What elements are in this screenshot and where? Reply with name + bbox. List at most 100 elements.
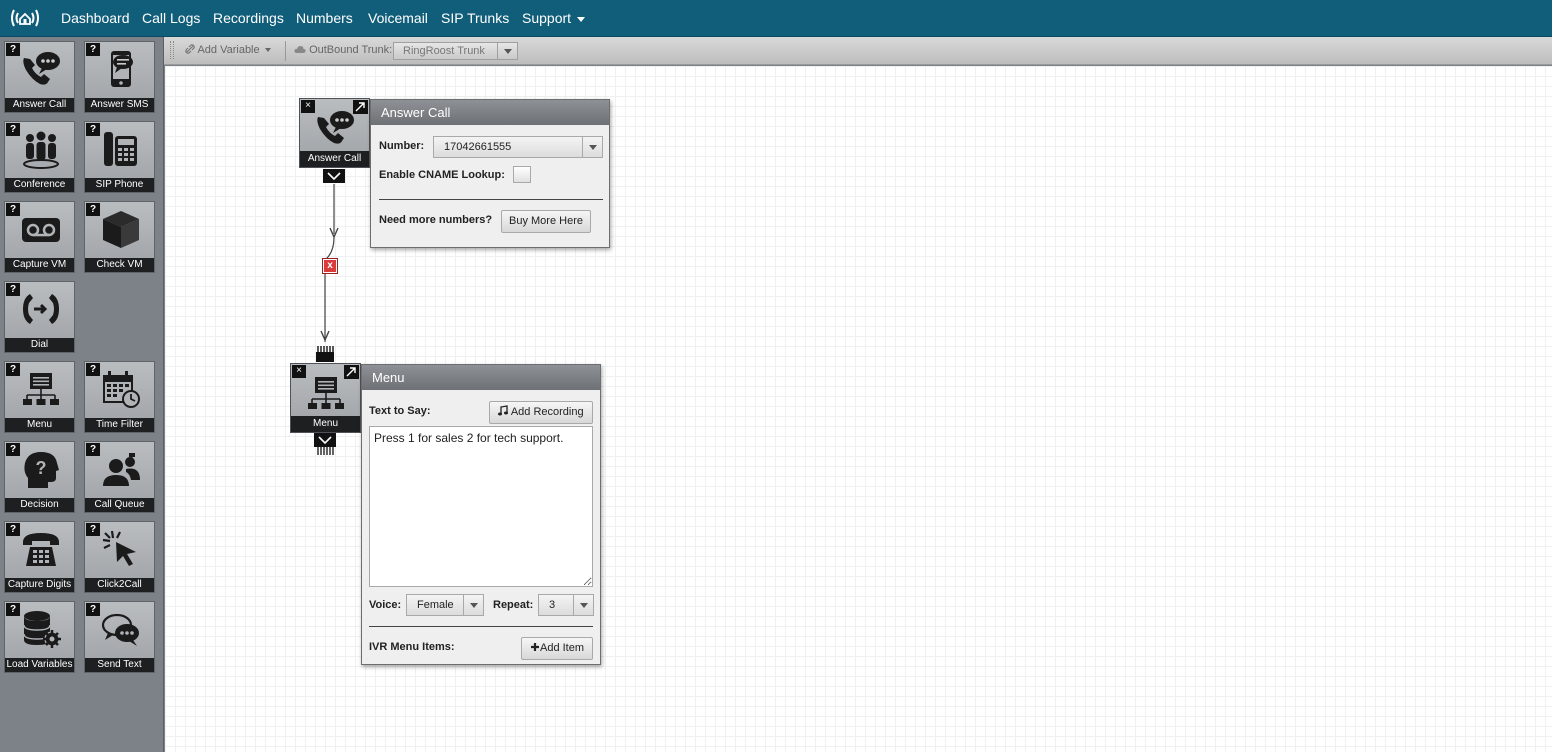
repeat-select[interactable]: 3 (538, 594, 594, 616)
tool-label: Capture Digits (5, 578, 74, 592)
answer-call-node[interactable]: × Answer Call (299, 98, 370, 168)
cloud-icon (294, 46, 306, 53)
voice-select[interactable]: Female (406, 594, 484, 616)
add-variable-button[interactable]: Add Variable (185, 44, 271, 56)
nav-numbers[interactable]: Numbers (296, 0, 353, 37)
tool-load-variables[interactable]: ? Load Variables (4, 601, 75, 673)
svg-text:?: ? (36, 458, 47, 478)
nav-recordings[interactable]: Recordings (213, 0, 284, 37)
panel-divider (379, 199, 603, 200)
tool-label: Send Text (85, 658, 154, 672)
number-dropdown-toggle[interactable] (582, 137, 602, 157)
text-to-say-input[interactable]: Press 1 for sales 2 for tech support. (369, 426, 593, 587)
help-icon[interactable]: ? (86, 43, 100, 56)
flow-toolbar: Add Variable OutBound Trunk: RingRoost T… (164, 37, 1552, 65)
tool-label: Conference (5, 178, 74, 192)
chevron-down-icon (504, 49, 512, 54)
chevron-down-icon (589, 145, 597, 150)
top-nav: Dashboard Call Logs Recordings Numbers V… (0, 0, 1552, 37)
help-icon[interactable]: ? (86, 443, 100, 456)
link-icon (185, 44, 195, 54)
keypad-phone-icon (23, 533, 59, 566)
tool-label: Click2Call (85, 578, 154, 592)
tool-label: Load Variables (5, 658, 74, 672)
help-icon[interactable]: ? (6, 203, 20, 216)
help-icon[interactable]: ? (6, 43, 20, 56)
repeat-dropdown-toggle[interactable] (573, 595, 593, 615)
chevron-down-icon (580, 603, 588, 608)
phone-chat-icon (23, 52, 60, 85)
add-recording-button[interactable]: Add Recording (489, 401, 593, 424)
tool-check-vm[interactable]: ? Check VM (84, 201, 155, 273)
ringroost-logo-icon[interactable] (10, 6, 40, 30)
menu-node[interactable]: × Menu (290, 363, 361, 433)
tool-call-queue[interactable]: ? Call Queue (84, 441, 155, 513)
close-icon[interactable]: × (301, 100, 315, 113)
help-icon[interactable]: ? (6, 603, 20, 616)
tool-answer-sms[interactable]: ? Answer SMS (84, 41, 155, 113)
menu-tree-icon (308, 377, 344, 409)
cname-checkbox[interactable] (513, 166, 531, 183)
menu-output-port[interactable] (314, 433, 336, 447)
tool-menu[interactable]: ? Menu (4, 361, 75, 433)
chevron-down-icon (577, 16, 586, 22)
buy-more-button[interactable]: Buy More Here (501, 210, 591, 233)
help-icon[interactable]: ? (86, 523, 100, 536)
tool-click2call[interactable]: ? Click2Call (84, 521, 155, 593)
toolbar-grip[interactable] (170, 41, 174, 59)
tool-capture-vm[interactable]: ? Capture VM (4, 201, 75, 273)
help-icon[interactable]: ? (6, 123, 20, 136)
tool-capture-digits[interactable]: ? Capture Digits (4, 521, 75, 593)
nav-call-logs[interactable]: Call Logs (142, 0, 200, 37)
call-queue-icon (103, 453, 140, 486)
menu-input-port[interactable] (315, 346, 335, 362)
close-icon[interactable]: × (292, 365, 306, 378)
tool-dial[interactable]: ? Dial (4, 281, 75, 353)
tool-conference[interactable]: ? Conference (4, 121, 75, 193)
nav-support[interactable]: Support (522, 0, 586, 37)
chevron-down-icon (318, 436, 332, 445)
nav-support-label: Support (522, 10, 572, 26)
help-icon[interactable]: ? (86, 363, 100, 376)
add-item-label: Add Item (539, 642, 585, 654)
number-label: Number: (379, 140, 425, 152)
help-icon[interactable]: ? (86, 603, 100, 616)
voice-dropdown-toggle[interactable] (463, 595, 483, 615)
delete-connection-button[interactable]: x (322, 258, 338, 274)
number-select[interactable]: 17042661555 (433, 136, 603, 158)
help-icon[interactable]: ? (6, 363, 20, 376)
tool-time-filter[interactable]: ? Time Filter (84, 361, 155, 433)
tool-send-text[interactable]: ? Send Text (84, 601, 155, 673)
flow-canvas[interactable]: × Answer Call x × Menu Answer Call Numbe… (165, 66, 1552, 752)
tool-decision[interactable]: ? ? Decision (4, 441, 75, 513)
nav-dashboard[interactable]: Dashboard (61, 0, 130, 37)
tool-label: Check VM (85, 258, 154, 272)
answer-output-port[interactable] (323, 169, 345, 183)
help-icon[interactable]: ? (86, 123, 100, 136)
voice-label: Voice: (369, 599, 402, 611)
nav-sip-trunks[interactable]: SIP Trunks (441, 0, 509, 37)
panel-divider (369, 626, 593, 627)
nav-voicemail[interactable]: Voicemail (368, 0, 428, 37)
tool-label: Decision (5, 498, 74, 512)
help-icon[interactable]: ? (86, 203, 100, 216)
text-to-say-label: Text to Say: (369, 405, 431, 417)
add-item-button[interactable]: Add Item (521, 637, 593, 660)
outbound-trunk-select[interactable]: RingRoost Trunk (393, 42, 518, 60)
tool-sip-phone[interactable]: ? SIP Phone (84, 121, 155, 193)
tool-label: Dial (5, 338, 74, 352)
tool-palette: ? Answer Call ? Answer SMS ? Conference … (0, 37, 164, 752)
node-label: Menu (291, 416, 360, 432)
help-icon[interactable]: ? (6, 523, 20, 536)
repeat-label: Repeat: (493, 599, 534, 611)
plus-icon (530, 643, 539, 651)
tool-answer-call[interactable]: ? Answer Call (4, 41, 75, 113)
menu-output-comb (317, 447, 334, 455)
panel-title: Menu (362, 365, 600, 390)
help-icon[interactable]: ? (6, 443, 20, 456)
panel-title: Answer Call (371, 100, 609, 125)
outbound-trunk-text: OutBound Trunk: (309, 44, 393, 56)
node-label: Answer Call (300, 151, 369, 167)
trunk-dropdown-toggle[interactable] (497, 43, 517, 59)
help-icon[interactable]: ? (6, 283, 20, 296)
